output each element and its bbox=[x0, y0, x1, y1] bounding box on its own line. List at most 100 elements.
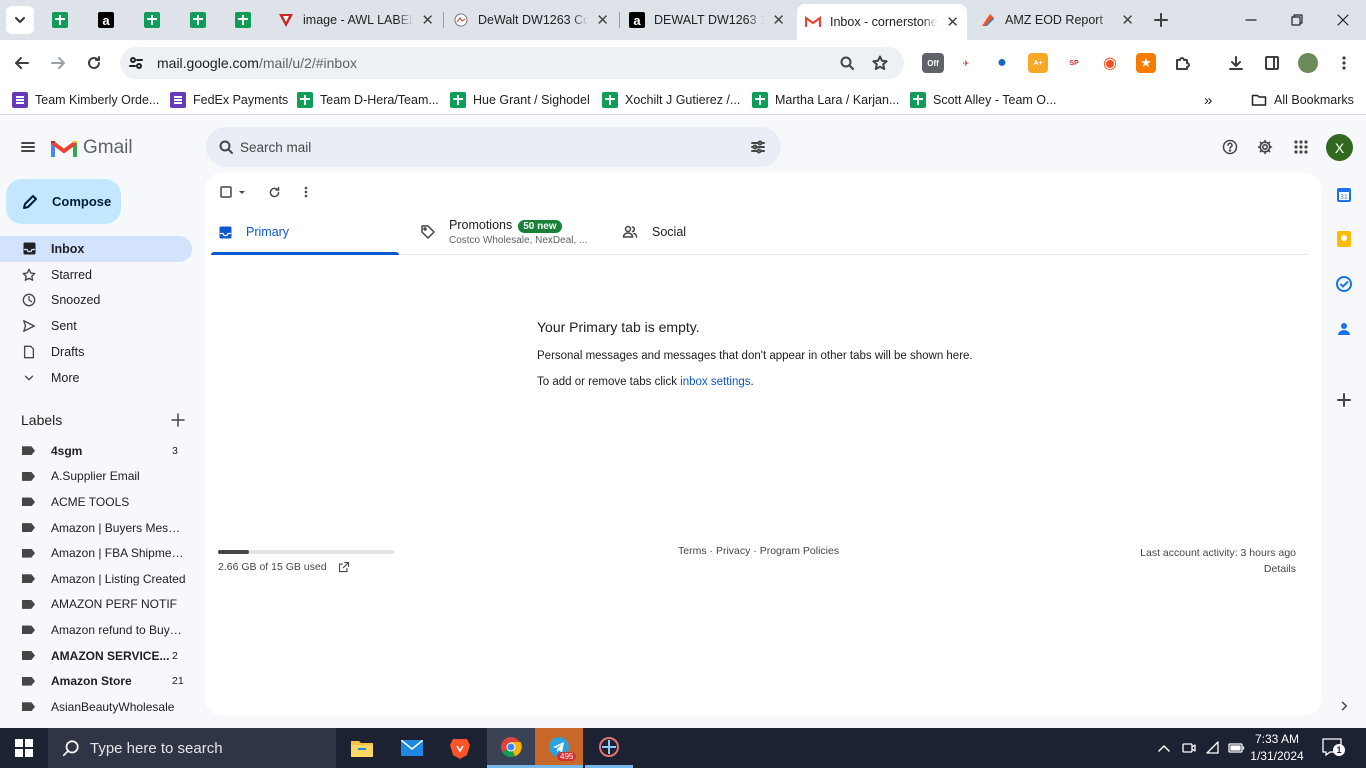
inbox-settings-link[interactable]: inbox settings bbox=[680, 376, 750, 388]
taskbar-search-box[interactable]: Type here to search bbox=[48, 728, 336, 768]
all-bookmarks-button[interactable]: All Bookmarks bbox=[1251, 91, 1354, 109]
profile-button[interactable] bbox=[1294, 49, 1322, 77]
program-policies-link[interactable]: Program Policies bbox=[760, 545, 839, 557]
search-icon[interactable] bbox=[218, 139, 234, 155]
side-panel-button[interactable] bbox=[1258, 49, 1286, 77]
extension-ball-icon[interactable]: ● bbox=[992, 53, 1012, 73]
more-actions-button[interactable] bbox=[296, 183, 316, 201]
bookmark-item[interactable]: Team Kimberly Orde... bbox=[12, 91, 159, 109]
bookmark-item[interactable]: Martha Lara / Karjan... bbox=[752, 91, 899, 109]
search-options-icon[interactable] bbox=[750, 139, 766, 155]
nav-item-starred[interactable]: Starred bbox=[0, 262, 192, 288]
close-tab-icon[interactable]: ✕ bbox=[421, 13, 434, 28]
nav-item-drafts[interactable]: Drafts bbox=[0, 339, 192, 365]
bookmark-item[interactable]: Hue Grant / Sighodel bbox=[450, 91, 590, 109]
extension-star-icon[interactable]: ★ bbox=[1136, 53, 1156, 73]
label-item[interactable]: ACME TOOLS bbox=[0, 489, 205, 515]
label-item[interactable]: A.Supplier Email bbox=[0, 464, 205, 490]
mail-app[interactable] bbox=[388, 728, 436, 768]
start-button[interactable] bbox=[0, 728, 48, 768]
pinned-tab-sheets-3[interactable] bbox=[184, 4, 212, 36]
downloads-button[interactable] bbox=[1222, 49, 1250, 77]
open-external-icon[interactable] bbox=[338, 561, 350, 573]
get-addons-button[interactable] bbox=[1335, 391, 1353, 409]
pinned-tab-sheets-2[interactable] bbox=[138, 4, 166, 36]
reload-button[interactable] bbox=[80, 49, 108, 77]
extension-off-icon[interactable]: Off bbox=[922, 53, 944, 73]
settings-button[interactable] bbox=[1251, 133, 1279, 161]
star-bookmark-icon[interactable] bbox=[872, 55, 888, 71]
address-bar[interactable]: mail.google.com/mail/u/2/#inbox bbox=[120, 47, 904, 79]
label-item[interactable]: Amazon | Buyers Messag... bbox=[0, 515, 205, 541]
close-window-button[interactable] bbox=[1320, 0, 1366, 40]
calendar-app-button[interactable]: 31 bbox=[1335, 186, 1353, 204]
create-label-button[interactable] bbox=[170, 412, 186, 428]
bookmarks-overflow-button[interactable]: » bbox=[1204, 91, 1212, 109]
contacts-app-button[interactable] bbox=[1335, 320, 1353, 338]
main-menu-button[interactable] bbox=[14, 133, 42, 161]
label-item[interactable]: AsianBeautyWholesale bbox=[0, 694, 205, 720]
google-apps-button[interactable] bbox=[1287, 133, 1315, 161]
extension-acout-icon[interactable]: A+ bbox=[1028, 53, 1048, 73]
tab-dewalt-amazon[interactable]: a DEWALT DW1263 14 ✕ bbox=[621, 4, 793, 36]
bookmark-item[interactable]: Scott Alley - Team O... bbox=[910, 91, 1056, 109]
search-input[interactable] bbox=[240, 139, 720, 155]
close-tab-icon[interactable]: ✕ bbox=[772, 13, 785, 28]
compose-button[interactable]: Compose bbox=[6, 179, 121, 224]
restore-button[interactable] bbox=[1274, 0, 1320, 40]
brave-browser-app[interactable] bbox=[436, 728, 484, 768]
close-tab-icon[interactable]: ✕ bbox=[946, 15, 959, 30]
label-item[interactable]: Amazon | FBA Shipments bbox=[0, 540, 205, 566]
search-bar[interactable] bbox=[206, 127, 781, 167]
close-tab-icon[interactable]: ✕ bbox=[1121, 13, 1134, 28]
new-tab-button[interactable] bbox=[1147, 6, 1175, 34]
close-tab-icon[interactable]: ✕ bbox=[596, 13, 609, 28]
bookmark-item[interactable]: Xochilt J Gutierez /... bbox=[602, 91, 740, 109]
extensions-button[interactable] bbox=[1168, 49, 1196, 77]
label-item[interactable]: Amazon | Listing Created bbox=[0, 566, 205, 592]
label-item[interactable]: AMAZON PERF NOTIF bbox=[0, 592, 205, 618]
site-info-icon[interactable] bbox=[128, 55, 144, 71]
system-clock[interactable]: 7:33 AM 1/31/2024 bbox=[1242, 731, 1312, 765]
pinned-tab-sheets-4[interactable] bbox=[229, 4, 257, 36]
hide-side-panel-button[interactable] bbox=[1335, 697, 1353, 715]
tab-promotions[interactable]: Promotions 50 new Costco Wholesale, NexDe… bbox=[420, 209, 610, 255]
refresh-button[interactable] bbox=[264, 183, 284, 201]
gmail-logo[interactable]: Gmail bbox=[51, 137, 133, 159]
file-explorer-app[interactable] bbox=[338, 728, 386, 768]
tab-primary[interactable]: Primary bbox=[219, 209, 399, 255]
tab-amz-eod[interactable]: AMZ EOD Report ✕ bbox=[972, 4, 1142, 36]
forward-button[interactable] bbox=[44, 49, 72, 77]
label-item[interactable]: Amazon refund to Buyers bbox=[0, 617, 205, 643]
support-button[interactable] bbox=[1216, 133, 1244, 161]
pinned-tab-amazon[interactable]: a bbox=[92, 4, 120, 36]
nav-item-sent[interactable]: Sent bbox=[0, 313, 192, 339]
privacy-link[interactable]: Privacy bbox=[716, 545, 750, 557]
select-all-checkbox[interactable] bbox=[219, 183, 249, 201]
zoom-icon[interactable] bbox=[839, 55, 855, 71]
account-avatar[interactable]: X bbox=[1326, 134, 1353, 161]
label-item[interactable]: AMAZON SERVICE... 2 bbox=[0, 643, 205, 669]
label-item[interactable]: 4sgm 3 bbox=[0, 438, 205, 464]
meet-now-button[interactable] bbox=[1181, 740, 1197, 756]
extension-sp-alert-icon[interactable]: SP bbox=[1064, 53, 1084, 73]
tab-awl-label[interactable]: image - AWL LABEL ✕ bbox=[270, 4, 442, 36]
tasks-app-button[interactable] bbox=[1335, 275, 1353, 293]
bookmark-item[interactable]: Team D-Hera/Team... bbox=[297, 91, 439, 109]
nav-item-snoozed[interactable]: Snoozed bbox=[0, 288, 192, 314]
nav-item-more[interactable]: More bbox=[0, 365, 192, 391]
telegram-app[interactable]: 495 bbox=[535, 728, 583, 768]
tab-inbox[interactable]: Inbox - cornerstone ✕ bbox=[797, 4, 967, 40]
details-link[interactable]: Details bbox=[1264, 563, 1296, 575]
nav-item-inbox[interactable]: Inbox bbox=[0, 236, 192, 262]
extension-unknown-icon[interactable]: ✈ bbox=[956, 53, 976, 73]
notifications-button[interactable]: 1 bbox=[1322, 738, 1346, 758]
tab-search-button[interactable] bbox=[6, 6, 34, 34]
bookmark-item[interactable]: FedEx Payments bbox=[170, 91, 288, 109]
keep-app-button[interactable] bbox=[1335, 230, 1353, 248]
tab-social[interactable]: Social bbox=[622, 209, 802, 255]
tab-dewalt-col[interactable]: DeWalt DW1263 Col ✕ bbox=[445, 4, 617, 36]
show-hidden-icons-button[interactable] bbox=[1156, 740, 1172, 756]
minimize-button[interactable] bbox=[1228, 0, 1274, 40]
label-item[interactable]: Amazon Store 21 bbox=[0, 668, 205, 694]
